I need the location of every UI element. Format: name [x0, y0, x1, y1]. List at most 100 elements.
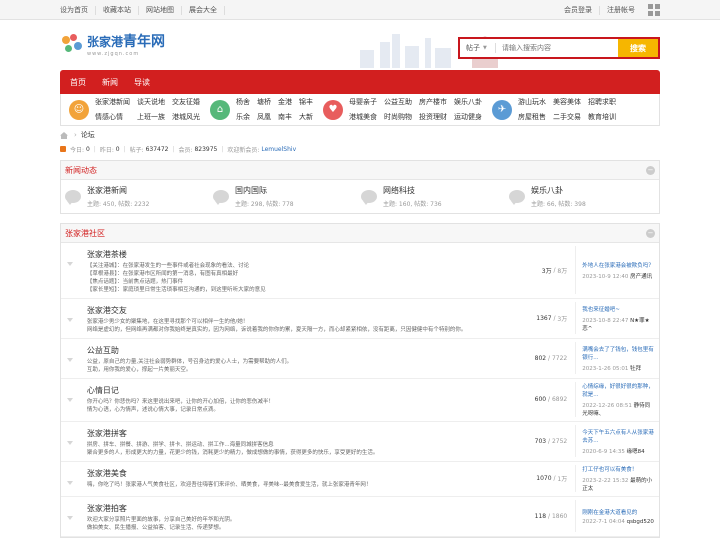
- category-link[interactable]: 张家港新闻: [95, 97, 130, 107]
- header: 张家港青年网 www.zjgqn.com 帖子▼ 搜索: [60, 20, 660, 68]
- search-type-label: 帖子: [466, 44, 480, 52]
- home-icon[interactable]: [60, 131, 68, 139]
- last-post-title-link[interactable]: 满嘴会去了了钱包，钱包里有银行...: [582, 345, 655, 361]
- forum-name-link[interactable]: 国内国际: [235, 185, 294, 196]
- forum-name-link[interactable]: 张家港交友: [87, 305, 525, 316]
- last-post-title-link[interactable]: 打工仔也可以有美食！: [582, 465, 655, 473]
- category-link[interactable]: 公益互助: [384, 97, 412, 107]
- category-link[interactable]: 杨舍: [236, 97, 250, 107]
- category-link[interactable]: 锦丰: [299, 97, 313, 107]
- bookmark-link[interactable]: 收藏本站: [96, 5, 139, 15]
- news-forum-item: 国内国际主题: 298, 帖数: 778: [213, 185, 361, 208]
- last-post-title-link[interactable]: 心情综缘，好很好很的那种，就是...: [582, 382, 655, 398]
- search-type-select[interactable]: 帖子 ▼: [460, 43, 496, 53]
- category-link[interactable]: 招聘求职: [588, 97, 616, 107]
- collapse-icon[interactable]: −: [646, 228, 655, 238]
- nav-guide[interactable]: 导读: [126, 77, 158, 88]
- new-member-link[interactable]: LemuelShiv: [261, 146, 296, 153]
- last-post: 外地人在张家港会被欺负吗？ 2023-10-9 12:40 房产通讯: [575, 246, 655, 294]
- register-link[interactable]: 注册帐号: [600, 6, 642, 15]
- forum-name-link[interactable]: 网络科技: [383, 185, 442, 196]
- nav-home[interactable]: 首页: [62, 77, 94, 88]
- forum-name-link[interactable]: 张家港拍客: [87, 503, 525, 514]
- category-link[interactable]: 南丰: [278, 112, 292, 122]
- stat-today: 0: [85, 145, 90, 153]
- last-post-user[interactable]: 缘嗯84: [627, 449, 645, 455]
- stat-members: 823975: [194, 145, 218, 153]
- last-post-user[interactable]: 牡拜: [630, 366, 641, 372]
- category-link[interactable]: 二手交易: [553, 112, 581, 122]
- last-post-title-link[interactable]: 今天下午五六点有人从张家港去苏...: [582, 428, 655, 444]
- last-post: 刚刚在金港大道看见的 2022-7-1 04:04 qsbgd520: [575, 500, 655, 532]
- category-link[interactable]: 上班一族: [137, 112, 165, 122]
- forum-description: 公益，原自己的力量,关注社会弱势群体，号召身边的爱心人士，为需要帮助的人们。 互助…: [87, 358, 525, 374]
- category-link[interactable]: 娱乐八卦: [454, 97, 482, 107]
- category-link[interactable]: 港城美食: [349, 112, 377, 122]
- forum-name-link[interactable]: 娱乐八卦: [531, 185, 586, 196]
- expo-link[interactable]: 展会大全: [182, 5, 225, 15]
- chat-icon: ☺: [69, 99, 89, 120]
- forum-name-link[interactable]: 心情日记: [87, 385, 525, 396]
- category-link[interactable]: 凤凰: [257, 112, 271, 122]
- breadcrumb-separator: ›: [74, 131, 77, 139]
- category-link[interactable]: 塘桥: [257, 97, 271, 107]
- last-post-title-link[interactable]: 刚刚在金港大道看见的: [582, 508, 655, 516]
- search-input[interactable]: [496, 44, 616, 52]
- category-link[interactable]: 情感心情: [95, 112, 130, 122]
- category-link[interactable]: 交友征婚: [172, 97, 200, 107]
- nav-news[interactable]: 新闻: [94, 77, 126, 88]
- section-title[interactable]: 新闻动态: [65, 165, 97, 176]
- car-icon: ✈: [492, 99, 512, 120]
- category-link[interactable]: 运动健身: [454, 112, 482, 122]
- search-button[interactable]: 搜索: [618, 37, 660, 59]
- last-post-title-link[interactable]: 我也来征婚吧~: [582, 305, 655, 313]
- category-link[interactable]: 房屋租售: [518, 112, 546, 122]
- logo-mark-icon: [60, 32, 84, 56]
- category-link[interactable]: 母婴亲子: [349, 97, 377, 107]
- forum-name-link[interactable]: 张家港拼客: [87, 428, 525, 439]
- set-homepage-link[interactable]: 设为首页: [60, 5, 96, 15]
- breadcrumb-forum[interactable]: 论坛: [81, 130, 95, 140]
- sitemap-link[interactable]: 网站地图: [139, 5, 182, 15]
- category-link[interactable]: 港城风光: [172, 112, 200, 122]
- category-link[interactable]: 乐余: [236, 112, 250, 122]
- forum-meta: 主题: 298, 帖数: 778: [235, 201, 294, 208]
- forum-name-link[interactable]: 张家港茶楼: [87, 249, 525, 260]
- app-grid-icon[interactable]: [648, 4, 660, 16]
- forum-meta: 主题: 450, 帖数: 2232: [87, 201, 150, 208]
- last-post-user[interactable]: 房产通讯: [630, 274, 652, 280]
- category-link[interactable]: 金港: [278, 97, 292, 107]
- collapse-icon[interactable]: −: [646, 165, 655, 175]
- forum-counts: 600 / 6892: [534, 396, 568, 403]
- forum-bubble-icon: [213, 190, 229, 205]
- category-link[interactable]: 时尚购物: [384, 112, 412, 122]
- forum-row: 张家港交友 张家港少男少女的聚集地，在这里寻找那个可以相伴一生的他/她！ 网络是虚幻…: [61, 299, 659, 339]
- category-link[interactable]: 教育培训: [588, 112, 616, 122]
- category-group-leisure: ✈ 游山玩水 美容美体 招聘求职 房屋租售 二手交易 教育培训: [492, 97, 616, 122]
- forum-name-link[interactable]: 张家港美食: [87, 468, 525, 479]
- forum-counts: 1367 / 3万: [536, 314, 568, 323]
- category-link[interactable]: 房产楼市: [419, 97, 447, 107]
- category-links: ☺ 张家港新闻 谈天说地 交友征婚 情感心情 上班一族 港城风光 ⌂ 杨舍 塘桥…: [60, 94, 660, 126]
- category-link[interactable]: 美容美体: [553, 97, 581, 107]
- last-post-time: 2023-1-26 05:01: [582, 365, 629, 372]
- forum-description-line: 你开心吗？你悲伤吗？来这里说出来吧，让你的开心加倍，让你的悲伤减半！: [86, 399, 274, 405]
- forum-name-link[interactable]: 公益互助: [87, 345, 525, 356]
- forum-counts: 703 / 2752: [534, 437, 568, 445]
- last-post-title-link[interactable]: 外地人在张家港会被欺负吗？: [582, 261, 655, 269]
- forum-description-line: 做拍美女、民生播报、公益拍客、记录生活、传递梦想。: [86, 525, 225, 531]
- category-link[interactable]: 投资理财: [419, 112, 447, 122]
- site-logo[interactable]: 张家港青年网 www.zjgqn.com: [60, 27, 165, 61]
- top-links-right: 会员登录 注册帐号: [557, 4, 660, 16]
- forum-description-line: 欢迎大家分享照片里面的故事，分享自己美好的年华和光阴。: [86, 517, 236, 523]
- section-title[interactable]: 张家港社区: [65, 228, 105, 239]
- category-link[interactable]: 大新: [299, 112, 313, 122]
- rss-icon[interactable]: [60, 146, 66, 152]
- login-link[interactable]: 会员登录: [557, 5, 600, 15]
- forum-description-line: 公益，原自己的力量,关注社会弱势群体，号召身边的爱心人士，为需要帮助的人们。: [86, 359, 293, 365]
- forum-name-link[interactable]: 张家港新闻: [87, 185, 149, 196]
- category-link[interactable]: 游山玩水: [518, 97, 546, 107]
- category-link[interactable]: 谈天说地: [137, 97, 165, 107]
- last-post-user[interactable]: qsbgd520: [627, 519, 654, 525]
- thread-count: 3万: [541, 267, 552, 275]
